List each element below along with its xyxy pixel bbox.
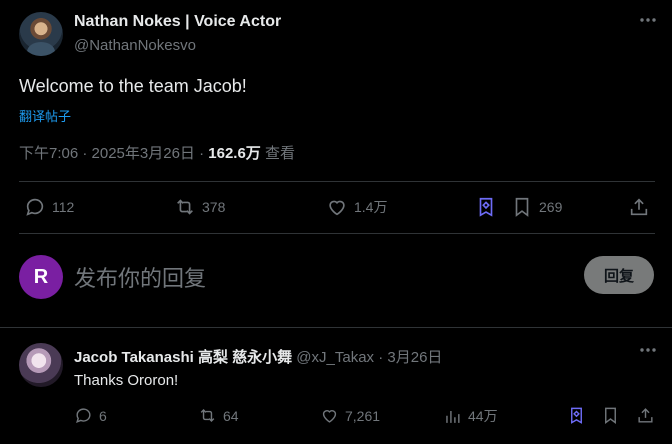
tweet-metadata: 下午7:06 · 2025年3月26日 · 162.6万 查看 — [19, 142, 295, 163]
bar-chart-icon — [446, 410, 460, 423]
views-count: 162.6万 — [208, 145, 261, 162]
reply-like-count: 7,261 — [345, 407, 381, 424]
reply-bookmark-action[interactable] — [601, 406, 620, 425]
share-icon — [630, 198, 648, 216]
reply-date[interactable]: 3月26日 — [387, 349, 442, 366]
reply-text: Thanks Ororon! — [74, 372, 179, 389]
bookmark-action[interactable]: 269 — [511, 196, 562, 218]
reply-grok-button[interactable] — [567, 406, 586, 425]
repost-icon — [200, 408, 215, 423]
reply-like-action[interactable]: 7,261 — [320, 406, 380, 425]
repost-action[interactable]: 378 — [174, 196, 225, 218]
author-handle[interactable]: @NathanNokesvo — [74, 37, 196, 54]
repost-icon — [177, 199, 193, 215]
reply-author-avatar[interactable] — [19, 343, 63, 387]
tweet-timestamp[interactable]: 下午7:06 · 2025年3月26日 · — [19, 145, 208, 162]
repost-count: 378 — [202, 199, 226, 215]
translate-post-link[interactable]: 翻译帖子 — [19, 106, 71, 125]
grok-icon — [571, 407, 582, 424]
reply-submit-button[interactable]: 回复 — [584, 256, 654, 294]
grok-icon — [479, 197, 493, 217]
divider — [0, 327, 672, 328]
share-icon — [638, 408, 653, 423]
reply-input[interactable]: 发布你的回复 — [74, 261, 206, 293]
reply-action[interactable]: 112 — [24, 196, 74, 218]
more-icon[interactable] — [634, 10, 662, 38]
reply-count: 112 — [52, 199, 75, 215]
reply-repost-action[interactable]: 64 — [198, 406, 239, 425]
views-label: 查看 — [260, 145, 295, 162]
more-icon[interactable] — [634, 342, 662, 366]
bookmark-icon — [605, 407, 616, 425]
bookmark-count: 269 — [539, 199, 563, 215]
current-user-avatar[interactable]: R — [19, 255, 63, 299]
heart-icon — [322, 410, 337, 423]
reply-share-action[interactable] — [636, 406, 655, 425]
reply-author-handle[interactable]: @xJ_Takax — [296, 349, 374, 366]
share-action[interactable] — [628, 196, 650, 218]
reply-reply-action[interactable]: 6 — [74, 406, 107, 425]
reply-views-count: 44万 — [468, 408, 498, 424]
like-action[interactable]: 1.4万 — [326, 196, 387, 218]
author-avatar[interactable] — [19, 12, 63, 56]
reply-views-action[interactable]: 44万 — [443, 406, 498, 426]
tweet-text: Welcome to the team Jacob! — [19, 76, 247, 96]
reply-author-name[interactable]: Jacob Takanashi 高梨 慈永小舞 — [74, 349, 292, 366]
separator-dot: · — [374, 349, 388, 366]
reply-reply-count: 6 — [99, 407, 107, 424]
like-count: 1.4万 — [354, 199, 388, 215]
divider — [19, 181, 655, 182]
heart-icon — [329, 200, 345, 216]
reply-header: Jacob Takanashi 高梨 慈永小舞 @xJ_Takax · 3月26… — [74, 346, 442, 367]
grok-button[interactable] — [475, 196, 497, 218]
divider — [19, 233, 655, 234]
reply-bubble-icon — [76, 408, 91, 424]
reply-repost-count: 64 — [223, 407, 239, 424]
reply-bubble-icon — [26, 198, 44, 216]
bookmark-icon — [515, 197, 529, 217]
author-display-name[interactable]: Nathan Nokes | Voice Actor — [74, 13, 281, 31]
